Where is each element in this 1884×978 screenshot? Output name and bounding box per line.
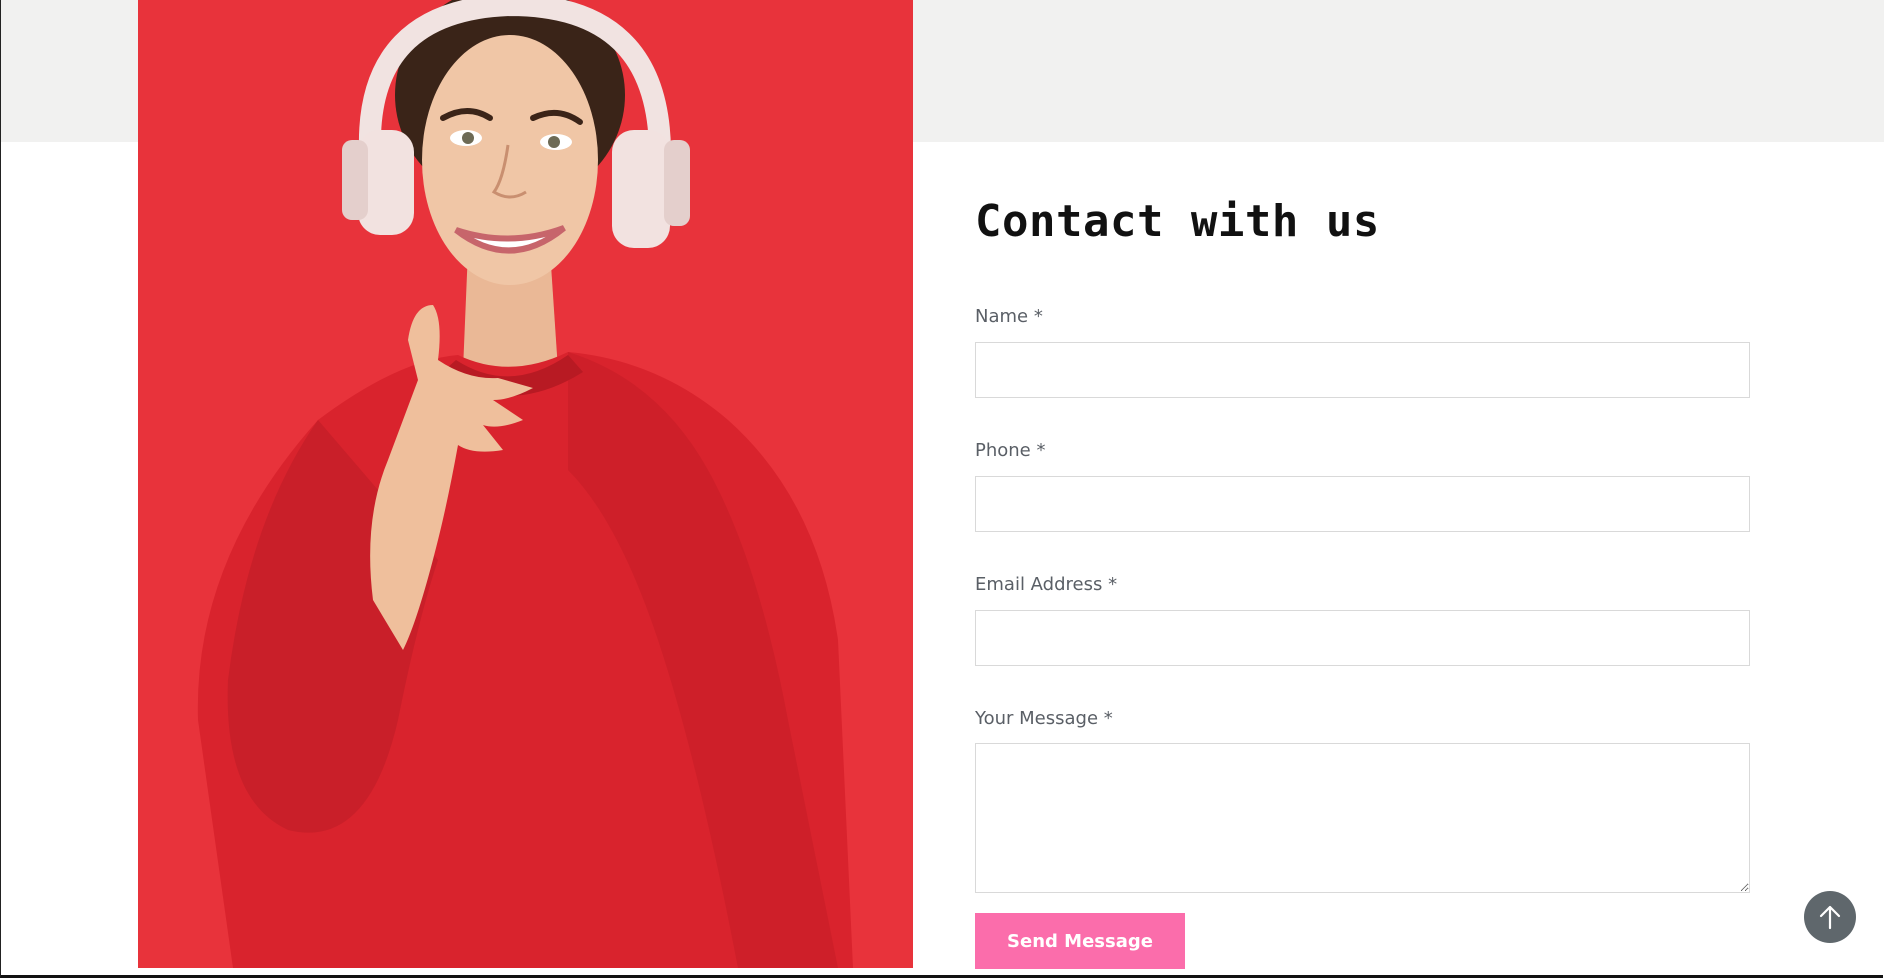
message-textarea[interactable] bbox=[975, 743, 1750, 893]
email-field[interactable] bbox=[975, 610, 1750, 666]
name-label: Name * bbox=[975, 306, 1043, 327]
hero-photo bbox=[138, 0, 913, 968]
arrow-up-icon bbox=[1819, 905, 1841, 930]
woman-with-headphones-illustration bbox=[138, 0, 913, 968]
send-message-button[interactable]: Send Message bbox=[975, 913, 1185, 969]
contact-heading: Contact with us bbox=[975, 196, 1380, 247]
phone-label: Phone * bbox=[975, 440, 1046, 461]
message-label: Your Message * bbox=[975, 708, 1113, 729]
email-label: Email Address * bbox=[975, 574, 1118, 595]
name-field[interactable] bbox=[975, 342, 1750, 398]
phone-field[interactable] bbox=[975, 476, 1750, 532]
scroll-to-top-button[interactable] bbox=[1804, 891, 1856, 943]
